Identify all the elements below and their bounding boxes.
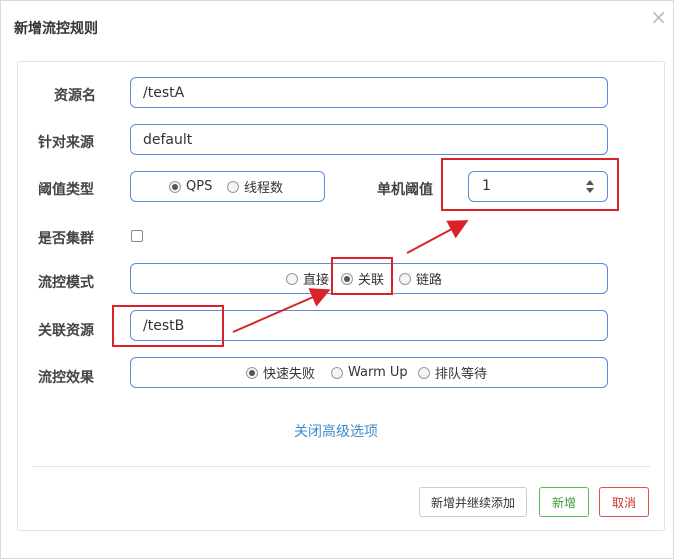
chain-label: 链路 (416, 273, 443, 288)
single-threshold-label: 单机阈值 (377, 182, 433, 198)
radio-unselected-icon[interactable] (399, 272, 411, 285)
radio-unselected-icon[interactable] (286, 272, 298, 285)
qps-label: QPS (186, 179, 213, 194)
toggle-advanced-options-link[interactable]: 关闭高级选项 (294, 421, 378, 441)
threshold-type-thread-option[interactable]: 线程数 (227, 172, 283, 201)
queue-label: 排队等待 (435, 367, 488, 382)
direct-label: 直接 (303, 273, 330, 288)
threshold-type-group: QPS 线程数 (130, 171, 325, 202)
control-effect-fast-fail-option[interactable]: 快速失败 (246, 358, 315, 387)
control-mode-chain-option[interactable]: 链路 (399, 264, 442, 293)
save-and-continue-button[interactable]: 新增并继续添加 (419, 487, 527, 517)
rule-form-panel: 资源名 针对来源 阈值类型 QPS 线程数 单机阈值 1 是否集群 (17, 61, 665, 531)
fast-fail-label: 快速失败 (263, 367, 316, 382)
control-effect-warm-up-option[interactable]: Warm Up (331, 358, 408, 387)
add-flow-rule-dialog: 新增流控规则 × 资源名 针对来源 阈值类型 QPS 线程数 单机阈值 1 (0, 0, 674, 559)
radio-unselected-icon[interactable] (227, 180, 239, 193)
cancel-button[interactable]: 取消 (599, 487, 649, 517)
add-button[interactable]: 新增 (539, 487, 589, 517)
close-icon[interactable]: × (650, 7, 667, 27)
radio-unselected-icon[interactable] (331, 366, 343, 379)
warm-up-label: Warm Up (348, 365, 408, 380)
cluster-label: 是否集群 (38, 231, 94, 247)
limit-app-input[interactable] (130, 124, 608, 155)
radio-unselected-icon[interactable] (418, 366, 430, 379)
single-threshold-highlight-box (441, 158, 619, 211)
dialog-title: 新增流控规则 (14, 21, 98, 37)
control-effect-group: 快速失败 Warm Up 排队等待 (130, 357, 608, 388)
ref-resource-label: 关联资源 (38, 323, 94, 339)
control-mode-direct-option[interactable]: 直接 (286, 264, 329, 293)
dialog-header: 新增流控规则 × (1, 1, 673, 56)
resource-name-label: 资源名 (54, 88, 96, 104)
resource-name-input[interactable] (130, 77, 608, 108)
threshold-type-qps-option[interactable]: QPS (169, 172, 212, 201)
radio-selected-icon[interactable] (246, 366, 258, 379)
radio-selected-icon[interactable] (169, 180, 181, 193)
ref-resource-highlight-box (112, 305, 224, 347)
limit-app-label: 针对来源 (38, 135, 94, 151)
cluster-checkbox[interactable] (131, 230, 143, 242)
relate-option-highlight-box (331, 257, 393, 295)
footer-divider (32, 466, 650, 467)
control-effect-label: 流控效果 (38, 370, 94, 386)
control-effect-queue-option[interactable]: 排队等待 (418, 358, 487, 387)
thread-count-label: 线程数 (244, 181, 284, 196)
control-mode-label: 流控模式 (38, 275, 94, 291)
threshold-type-label: 阈值类型 (38, 182, 94, 198)
